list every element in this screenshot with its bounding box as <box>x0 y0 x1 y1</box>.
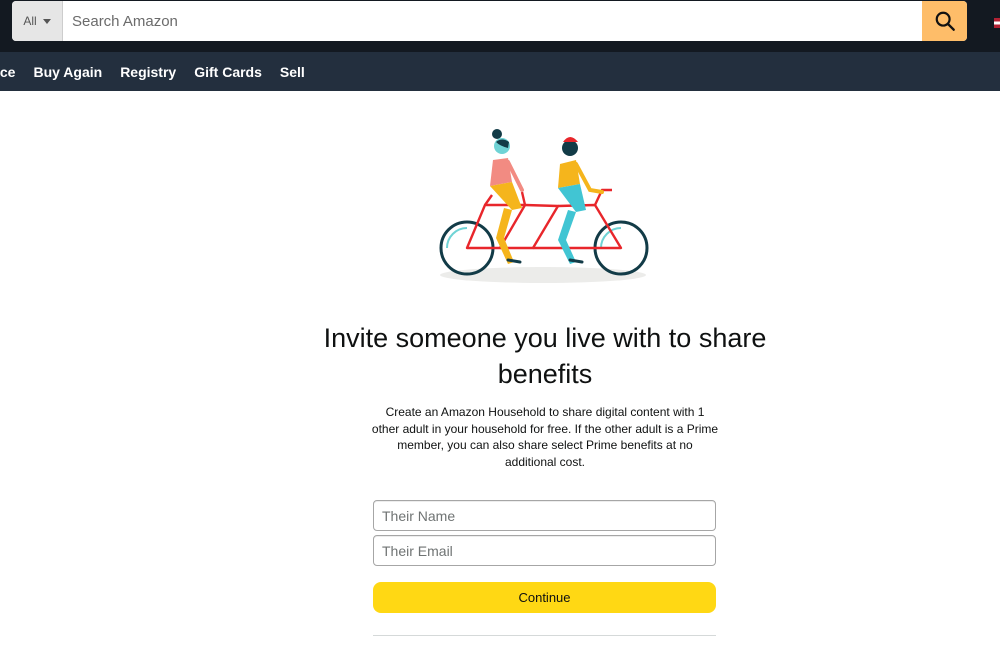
email-field[interactable] <box>373 535 716 566</box>
chevron-down-icon <box>42 18 51 24</box>
search-category-label: All <box>23 14 37 28</box>
nav-item-partial[interactable]: ice <box>0 64 15 80</box>
divider <box>373 635 716 636</box>
nav-item-gift-cards[interactable]: Gift Cards <box>194 64 262 80</box>
nav-item-registry[interactable]: Registry <box>120 64 176 80</box>
search-icon <box>935 11 955 31</box>
continue-button[interactable]: Continue <box>373 582 716 613</box>
page-title: Invite someone you live with to share be… <box>323 323 767 389</box>
nav-item-sell[interactable]: Sell <box>280 64 305 80</box>
nav-item-buy-again[interactable]: Buy Again <box>33 64 102 80</box>
search-bar: All <box>12 1 967 41</box>
name-field[interactable] <box>373 500 716 531</box>
search-category-dropdown[interactable]: All <box>12 1 63 41</box>
page-description: Create an Amazon Household to share digi… <box>371 405 719 469</box>
flag-icon[interactable] <box>994 18 1000 28</box>
tandem-bicycle-illustration <box>439 129 649 283</box>
search-button[interactable] <box>922 1 967 41</box>
nav-strip: ice Buy Again Registry Gift Cards Sell <box>0 52 1000 91</box>
top-header: All <box>0 0 1000 52</box>
search-input[interactable] <box>63 1 922 41</box>
